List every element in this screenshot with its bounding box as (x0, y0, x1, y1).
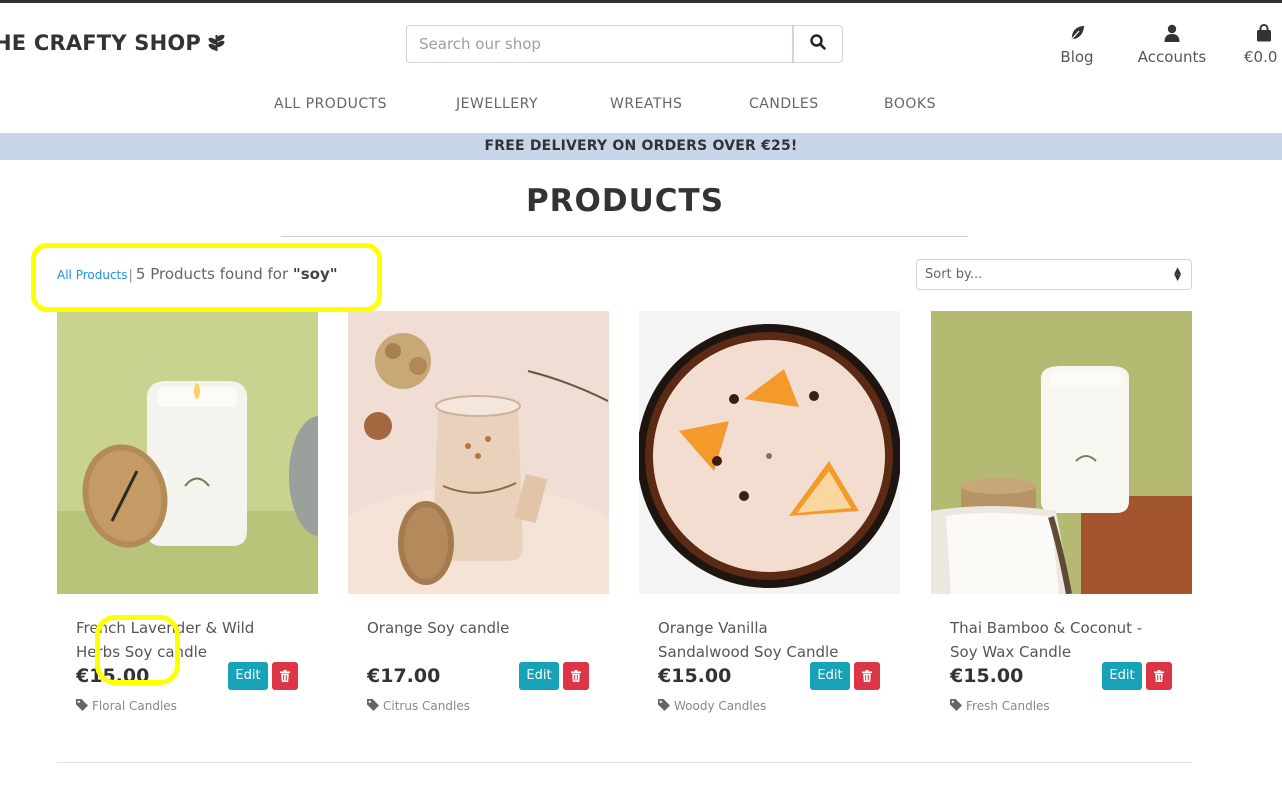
delete-button[interactable] (1146, 662, 1172, 690)
tag-icon (367, 698, 379, 717)
top-border (0, 0, 1282, 3)
product-price: €17.00 (367, 665, 441, 687)
all-products-link[interactable]: All Products (57, 268, 128, 282)
edit-button[interactable]: Edit (810, 662, 850, 690)
leaf-icon (207, 32, 226, 57)
trash-icon (571, 667, 581, 686)
bottom-divider (57, 762, 1192, 763)
trash-icon (1154, 667, 1164, 686)
product-price: €15.00 (658, 665, 732, 687)
user-icon (1134, 24, 1210, 44)
main-navigation: ALL PRODUCTS JEWELLERY WREATHS CANDLES B… (0, 96, 1282, 116)
product-category[interactable]: Woody Candles (658, 697, 766, 717)
search-button[interactable] (793, 25, 843, 63)
product-card: Orange Vanilla Sandalwood Soy Candle €15… (639, 311, 900, 741)
nav-books[interactable]: BOOKS (884, 96, 936, 112)
product-card: French Lavender & Wild Herbs Soy candle … (57, 311, 318, 741)
trash-icon (862, 667, 872, 686)
nav-candles[interactable]: CANDLES (749, 96, 819, 112)
page-title: PRODUCTS (525, 183, 725, 219)
delivery-banner: FREE DELIVERY ON ORDERS OVER €25! (0, 133, 1282, 160)
product-name[interactable]: French Lavender & Wild Herbs Soy candle (76, 616, 281, 664)
product-name[interactable]: Orange Vanilla Sandalwood Soy Candle (658, 616, 863, 664)
product-category[interactable]: Fresh Candles (950, 697, 1050, 717)
blog-link[interactable]: Blog (1050, 24, 1104, 66)
accounts-link[interactable]: Accounts (1134, 24, 1210, 66)
feather-icon (1050, 24, 1104, 44)
product-price: €15.00 (950, 665, 1024, 687)
edit-button[interactable]: Edit (519, 662, 559, 690)
search-input[interactable] (406, 25, 793, 63)
tag-icon (950, 698, 962, 717)
bag-total: €0.0 (1244, 48, 1278, 66)
accounts-label: Accounts (1137, 48, 1207, 66)
search-icon (810, 34, 826, 54)
delete-button[interactable] (854, 662, 880, 690)
trash-icon (280, 667, 290, 686)
category-label: Floral Candles (92, 699, 177, 713)
nav-all-products[interactable]: ALL PRODUCTS (274, 96, 387, 112)
nav-jewellery[interactable]: JEWELLERY (456, 96, 538, 112)
results-summary: All Products| 5 Products found for "soy" (57, 265, 338, 283)
product-price: €15.00 (76, 665, 150, 687)
sort-label: Sort by... (925, 267, 983, 282)
product-image[interactable] (639, 311, 900, 594)
sort-select[interactable]: Sort by... ▲ ▼ (916, 259, 1192, 290)
shop-logo[interactable]: HE CRAFTY SHOP (0, 31, 226, 57)
product-category[interactable]: Floral Candles (76, 697, 177, 717)
logo-text: HE CRAFTY SHOP (0, 31, 201, 55)
shopping-bag-link[interactable]: €0.0 (1244, 23, 1282, 66)
separator: | (128, 268, 133, 283)
product-name[interactable]: Orange Soy candle (367, 616, 572, 640)
product-image[interactable] (348, 311, 609, 594)
tag-icon (76, 698, 88, 717)
product-image[interactable] (931, 311, 1192, 594)
sort-caret-icon: ▲ ▼ (1174, 266, 1181, 283)
product-name[interactable]: Thai Bamboo & Coconut - Soy Wax Candle (950, 616, 1155, 664)
category-label: Woody Candles (674, 699, 767, 713)
product-image[interactable] (57, 311, 318, 594)
nav-wreaths[interactable]: WREATHS (610, 96, 682, 112)
edit-button[interactable]: Edit (1102, 662, 1142, 690)
shopping-bag-icon (1256, 23, 1282, 44)
search-term: "soy" (292, 265, 338, 283)
tag-icon (658, 698, 670, 717)
delete-button[interactable] (272, 662, 298, 690)
product-category[interactable]: Citrus Candles (367, 697, 470, 717)
edit-button[interactable]: Edit (228, 662, 268, 690)
product-card: Thai Bamboo & Coconut - Soy Wax Candle €… (931, 311, 1192, 741)
category-label: Citrus Candles (383, 699, 470, 713)
category-label: Fresh Candles (966, 699, 1050, 713)
title-divider (281, 236, 968, 237)
product-card: Orange Soy candle €17.00 Edit Citrus Can… (348, 311, 609, 741)
blog-label: Blog (1060, 48, 1094, 66)
delete-button[interactable] (563, 662, 589, 690)
results-count: 5 Products found for (135, 265, 289, 283)
